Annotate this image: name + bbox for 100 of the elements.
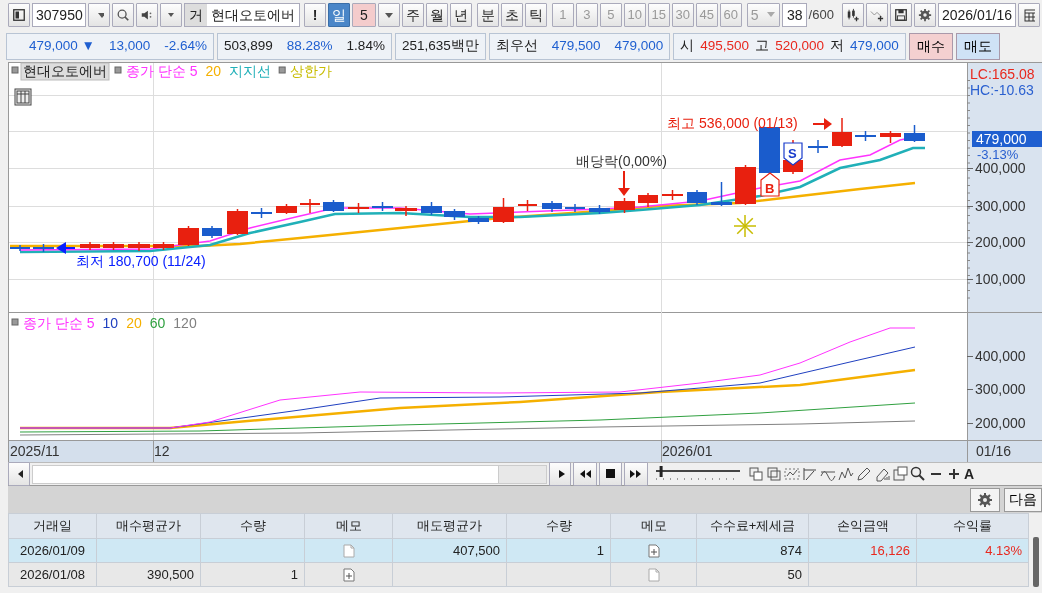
search-button[interactable] [112, 3, 134, 27]
font-size-tool[interactable]: A [964, 467, 975, 481]
calendar-button[interactable] [1018, 3, 1040, 27]
column-header[interactable]: 수수료+제세금 [696, 513, 809, 539]
play-button[interactable] [549, 462, 571, 486]
legend-label: 지지선 [229, 63, 272, 79]
speaker-button[interactable] [136, 3, 158, 27]
bar-count-field[interactable]: 38 [782, 3, 807, 27]
search-tool[interactable] [910, 466, 926, 482]
column-header[interactable]: 수량 [506, 513, 611, 539]
layout-button[interactable] [8, 3, 30, 27]
period-tab[interactable]: 틱 [524, 3, 547, 27]
low-price-label: 최저 180,700 (11/24) [76, 253, 206, 269]
legend-label: 상한가 [290, 63, 333, 79]
buy-button[interactable]: 매수 [908, 33, 953, 60]
column-header[interactable]: 손익금액 [808, 513, 917, 539]
pencil-icon [856, 466, 872, 482]
period-tab[interactable]: 년 [450, 3, 472, 27]
caret-button[interactable] [88, 3, 110, 27]
sell-button[interactable]: 매도 [955, 33, 1000, 60]
quote-value: 479,000 [614, 37, 664, 56]
period-tab[interactable]: 분 [476, 3, 499, 27]
period-tab[interactable]: 일 [328, 3, 350, 27]
quote-value: 88.28% [286, 37, 333, 56]
axis-tick-label: 300,000 [975, 381, 1026, 397]
candlestick [395, 205, 417, 217]
eraser-icon [874, 466, 890, 482]
period-tab[interactable]: 주 [402, 3, 424, 27]
zigzag-tool[interactable] [784, 466, 800, 482]
column-header[interactable]: 메모 [304, 513, 393, 539]
legend-label: 10 [102, 315, 119, 331]
stock-name-field[interactable]: 거 현대오토에버 [184, 3, 300, 27]
axis-tick-label: 100,000 [975, 271, 1026, 287]
column-header[interactable]: 수익률 [916, 513, 1029, 539]
caret-button[interactable] [378, 3, 400, 27]
table-cell[interactable]: 2026/01/09 [8, 538, 97, 563]
down-arrow [618, 170, 630, 196]
popup-tool[interactable] [892, 466, 908, 482]
candlestick [468, 215, 489, 225]
settings-button[interactable] [913, 3, 936, 27]
candlestick [589, 204, 610, 215]
peak-line-icon [838, 466, 854, 482]
legend-label: 종가 단순 5 [126, 63, 198, 79]
eraser-tool[interactable] [874, 466, 890, 482]
peak-line-tool[interactable] [838, 466, 854, 482]
candlestick [178, 225, 199, 247]
quote-value: 13,000 [108, 37, 151, 56]
save-button[interactable] [889, 3, 912, 27]
candle-add-icon [845, 7, 860, 23]
scrollbar[interactable] [1033, 537, 1039, 587]
plus-tool[interactable] [946, 466, 962, 482]
search-icon [116, 7, 130, 23]
column-header[interactable]: 거래일 [8, 513, 97, 539]
candle-add-button[interactable] [841, 3, 864, 27]
candlestick [444, 208, 465, 221]
series-name-tag[interactable]: 현대오토에버 [20, 62, 110, 81]
bar-total: /600 [808, 6, 834, 25]
alert-button[interactable]: ! [304, 3, 326, 27]
note-add-icon[interactable] [647, 544, 660, 559]
column-header[interactable]: 매도평균가 [392, 513, 507, 539]
table-cell: 874 [696, 538, 809, 563]
save-icon [893, 7, 908, 23]
window-tool[interactable] [766, 466, 782, 482]
settings-button[interactable] [970, 487, 1000, 512]
column-header[interactable]: 수량 [200, 513, 305, 539]
change-percent: -3.13% [977, 147, 1019, 162]
candlestick [638, 192, 658, 208]
note-add-icon[interactable] [342, 568, 355, 583]
kind-label: 거 [185, 4, 207, 26]
rewind-button[interactable] [573, 462, 597, 486]
code-field[interactable]: 307950 [32, 3, 86, 27]
fast-forward-button[interactable] [624, 462, 648, 486]
table-cell: 390,500 [96, 562, 201, 587]
plus-icon [946, 466, 962, 482]
period-tab[interactable]: 초 [500, 3, 523, 27]
candlestick [421, 201, 442, 216]
candlestick [33, 243, 54, 253]
date-field[interactable]: 2026/01/16 [937, 3, 1016, 27]
column-header[interactable]: 메모 [610, 513, 697, 539]
period-tab[interactable]: 월 [426, 3, 448, 27]
table-cell[interactable]: 2026/01/08 [8, 562, 97, 587]
pencil-tool[interactable] [856, 466, 872, 482]
trend-line-tool[interactable] [802, 466, 818, 482]
column-header[interactable]: 매수평균가 [96, 513, 201, 539]
candlestick [711, 181, 732, 207]
quote-value: -2.64% [164, 37, 207, 56]
quote-value: 520,000 [775, 37, 824, 56]
period-count-field[interactable]: 5 [352, 3, 376, 27]
price-tag: 479,000 [972, 131, 1042, 147]
scroll-left-button[interactable] [8, 462, 30, 486]
dividend-label: 배당락(0,00%) [576, 153, 668, 169]
next-button[interactable]: 다음 [1004, 487, 1042, 512]
star-marker-icon [733, 214, 757, 238]
candlestick [614, 197, 635, 214]
table-icon[interactable] [15, 89, 31, 105]
slider-thumb[interactable] [659, 466, 663, 477]
scrollbar[interactable] [32, 464, 547, 484]
overlay-tool[interactable] [748, 466, 764, 482]
axis-tick-label: 200,000 [975, 415, 1026, 431]
stop-button[interactable] [599, 462, 622, 486]
